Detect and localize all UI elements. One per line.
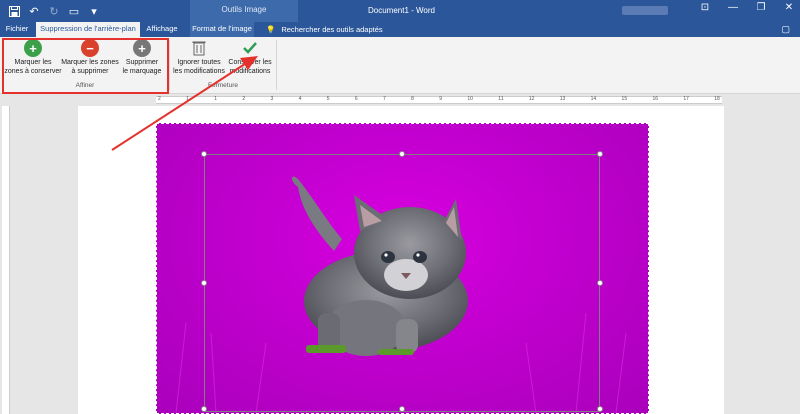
ruler-number: 16 bbox=[652, 96, 659, 102]
ruler-number: 13 bbox=[559, 96, 566, 102]
restore-icon[interactable]: ❐ bbox=[754, 2, 768, 13]
resize-handle[interactable] bbox=[201, 280, 207, 286]
ribbon-display-icon[interactable]: ⊡ bbox=[698, 2, 712, 13]
keep-area-marquee[interactable] bbox=[204, 154, 600, 412]
tell-me-label: Rechercher des outils adaptés bbox=[281, 24, 383, 34]
lightbulb-icon: 💡 bbox=[266, 24, 276, 34]
keep-label: Conserver les modifications bbox=[228, 59, 272, 75]
resize-handle[interactable] bbox=[399, 406, 405, 412]
quick-access-toolbar: ↶ ↻ ▭ ▾ bbox=[6, 3, 102, 19]
resize-handle[interactable] bbox=[597, 280, 603, 286]
touch-mode-icon[interactable]: ▭ bbox=[66, 3, 82, 19]
ruler-number: 14 bbox=[590, 96, 597, 102]
ruler-number: 8 bbox=[411, 96, 414, 102]
ruler-number: 11 bbox=[498, 96, 504, 102]
ruler-number: 15 bbox=[621, 96, 628, 102]
ruler-number: 1 bbox=[214, 96, 218, 102]
close-group-label: Fermeture bbox=[208, 82, 238, 89]
ruler-number: 2 bbox=[242, 96, 246, 102]
tab-background-removal[interactable]: Suppression de l'arrière-plan bbox=[36, 22, 140, 37]
discard-all-changes-button[interactable]: Ignorer toutes les modifications bbox=[171, 39, 227, 76]
tell-me-search[interactable]: 💡 Rechercher des outils adaptés bbox=[266, 22, 383, 37]
group-separator bbox=[276, 40, 277, 90]
undo-icon[interactable]: ↶ bbox=[26, 3, 42, 19]
tab-picture-format[interactable]: Format de l'image bbox=[190, 22, 254, 37]
ruler-number: 3 bbox=[270, 96, 274, 102]
redo-icon[interactable]: ↻ bbox=[46, 3, 62, 19]
context-tab-group-title: Outils Image bbox=[190, 0, 298, 22]
discard-label: Ignorer toutes les modifications bbox=[173, 59, 225, 75]
account-name[interactable] bbox=[622, 6, 668, 15]
resize-handle[interactable] bbox=[597, 406, 603, 412]
ruler-number: 7 bbox=[383, 96, 386, 102]
ruler-number: 18 bbox=[714, 96, 720, 102]
group-separator bbox=[169, 40, 170, 90]
horizontal-ruler: 2 1 1 2 3 4 5 6 7 8 9 10 11 12 13 14 15 16 17 18 bbox=[0, 95, 800, 105]
resize-handle[interactable] bbox=[201, 406, 207, 412]
ruler-number: 17 bbox=[683, 96, 689, 102]
resize-handle[interactable] bbox=[201, 151, 207, 157]
ruler-number: 2 bbox=[158, 96, 161, 102]
checkmark-icon bbox=[241, 39, 259, 57]
ruler-number: 5 bbox=[326, 96, 330, 102]
ruler-number: 1 bbox=[186, 96, 189, 102]
ruler-number: 9 bbox=[439, 96, 443, 102]
tab-view[interactable]: Affichage bbox=[142, 22, 182, 37]
trash-icon bbox=[190, 39, 208, 57]
annotation-highlight-box bbox=[2, 38, 169, 94]
vertical-ruler bbox=[2, 106, 10, 414]
minimize-icon[interactable]: — bbox=[726, 2, 740, 13]
resize-handle[interactable] bbox=[597, 151, 603, 157]
title-bar: ↶ ↻ ▭ ▾ Outils Image Document1 - Word ⊡ … bbox=[0, 0, 800, 22]
ribbon-tabs: Fichier Suppression de l'arrière-plan Af… bbox=[0, 22, 800, 37]
document-title: Document1 - Word bbox=[368, 6, 435, 15]
ruler-number: 10 bbox=[467, 96, 473, 102]
keep-changes-button[interactable]: Conserver les modifications bbox=[226, 39, 274, 76]
ruler-number: 12 bbox=[528, 96, 535, 102]
comments-icon[interactable]: ▢ bbox=[781, 24, 790, 35]
ruler-number: 4 bbox=[298, 96, 302, 102]
window-controls: ⊡ — ❐ ✕ bbox=[698, 2, 796, 13]
tab-file[interactable]: Fichier bbox=[4, 22, 30, 37]
ruler-numbers: 2 1 1 2 3 4 5 6 7 8 9 10 11 12 13 14 15 16 17 18 bbox=[156, 96, 722, 104]
customize-icon[interactable]: ▾ bbox=[86, 3, 102, 19]
ruler-number: 6 bbox=[354, 96, 358, 102]
resize-handle[interactable] bbox=[399, 151, 405, 157]
close-icon[interactable]: ✕ bbox=[782, 2, 796, 13]
save-icon[interactable] bbox=[6, 3, 22, 19]
